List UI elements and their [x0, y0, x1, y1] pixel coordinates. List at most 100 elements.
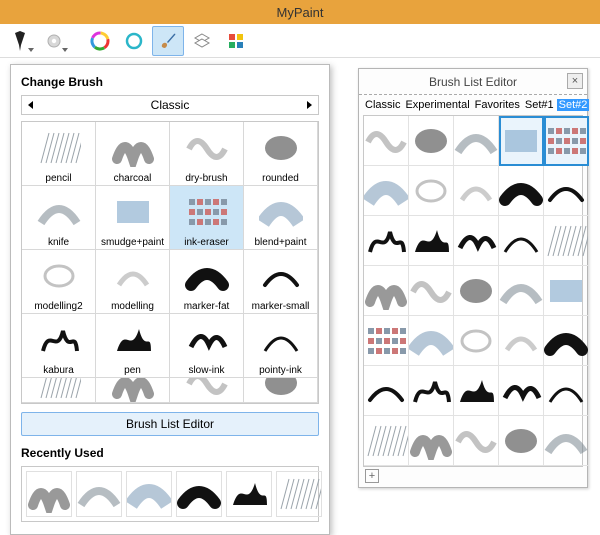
editor-brush-cell[interactable] [454, 116, 499, 166]
brush-cell[interactable]: kabura [22, 314, 96, 378]
brush-cell[interactable]: modelling2 [22, 250, 96, 314]
brush-cell[interactable]: slow-ink [170, 314, 244, 378]
editor-brush-cell[interactable] [409, 216, 454, 266]
brush-cell[interactable]: smudge+paint [96, 186, 170, 250]
brush-cell[interactable]: knife [22, 186, 96, 250]
color-wheel-button[interactable] [84, 26, 116, 56]
editor-tab[interactable]: Set#1 [523, 99, 556, 111]
brush-tool-button[interactable] [4, 26, 36, 56]
editor-brush-cell[interactable] [364, 216, 409, 266]
brush-cell[interactable]: marker-small [244, 250, 318, 314]
editor-brush-cell[interactable] [364, 416, 409, 466]
main-toolbar [0, 24, 600, 58]
editor-brush-cell[interactable] [544, 266, 589, 316]
recent-brush[interactable] [76, 471, 122, 517]
brush-panel-icon [158, 31, 178, 51]
editor-brush-cell[interactable] [499, 366, 544, 416]
recent-brush[interactable] [126, 471, 172, 517]
editor-brush-cell[interactable] [364, 316, 409, 366]
editor-brush-cell[interactable] [454, 216, 499, 266]
editor-brush-cell[interactable] [544, 116, 589, 166]
editor-brush-cell[interactable] [499, 266, 544, 316]
brush-cell[interactable]: marker-fat [170, 250, 244, 314]
editor-brush-cell[interactable] [454, 316, 499, 366]
recent-brush[interactable] [26, 471, 72, 517]
color-ring-button[interactable] [118, 26, 150, 56]
editor-brush-cell[interactable] [499, 216, 544, 266]
editor-brush-cell[interactable] [499, 416, 544, 466]
editor-brush-cell[interactable] [454, 266, 499, 316]
editor-tab[interactable]: Set#2 [557, 99, 590, 111]
brush-cell[interactable]: modelling [96, 250, 170, 314]
editor-brush-cell[interactable] [364, 266, 409, 316]
brush-cell[interactable]: pencil [22, 122, 96, 186]
editor-brush-cell[interactable] [499, 116, 544, 166]
editor-tabbar: ClassicExperimentalFavoritesSet#1Set#2 [359, 95, 587, 113]
color-ring-icon [124, 31, 144, 51]
editor-brush-cell[interactable] [364, 366, 409, 416]
editor-brush-cell[interactable] [544, 416, 589, 466]
recent-brush[interactable] [276, 471, 322, 517]
editor-brush-cell[interactable] [409, 266, 454, 316]
layers-button[interactable] [186, 26, 218, 56]
editor-brush-cell[interactable] [454, 166, 499, 216]
recently-used-title: Recently Used [21, 446, 319, 460]
editor-tab[interactable]: Classic [363, 99, 402, 111]
brush-label: dry-brush [170, 173, 243, 185]
close-button[interactable]: × [567, 73, 583, 89]
editor-brush-cell[interactable] [544, 316, 589, 366]
brush-cell[interactable] [96, 378, 170, 403]
editor-brush-cell[interactable] [409, 366, 454, 416]
recent-brush[interactable] [176, 471, 222, 517]
editor-tab[interactable]: Experimental [403, 99, 471, 111]
editor-brush-cell[interactable] [454, 416, 499, 466]
brush-grid: pencilcharcoaldry-brushrounded knifesmudg… [21, 121, 319, 404]
brush-label: slow-ink [170, 365, 243, 377]
editor-title: Brush List Editor [429, 75, 517, 89]
brush-list-editor-button[interactable]: Brush List Editor [21, 412, 319, 436]
editor-brush-cell[interactable] [364, 166, 409, 216]
brush-cell[interactable]: charcoal [96, 122, 170, 186]
editor-brush-cell[interactable] [499, 166, 544, 216]
close-icon: × [572, 75, 578, 87]
editor-tab[interactable]: Favorites [473, 99, 522, 111]
brush-label: pen [96, 365, 169, 377]
brush-label: marker-fat [170, 301, 243, 313]
palette-button[interactable] [220, 26, 252, 56]
editor-brush-cell[interactable] [499, 316, 544, 366]
editor-brush-cell[interactable] [409, 116, 454, 166]
brush-label: marker-small [244, 301, 317, 313]
editor-header[interactable]: Brush List Editor × [359, 69, 587, 95]
editor-brush-cell[interactable] [454, 366, 499, 416]
editor-brush-cell[interactable] [544, 366, 589, 416]
brush-cell[interactable] [170, 378, 244, 403]
brush-cell[interactable]: blend+paint [244, 186, 318, 250]
editor-brush-cell[interactable] [409, 166, 454, 216]
add-group-button[interactable]: + [365, 469, 379, 483]
brush-cell[interactable]: rounded [244, 122, 318, 186]
settings-button[interactable] [38, 26, 70, 56]
recent-brush[interactable] [226, 471, 272, 517]
editor-brush-cell[interactable] [544, 216, 589, 266]
brush-group-selector[interactable]: Classic [21, 95, 319, 115]
editor-brush-cell[interactable] [409, 316, 454, 366]
editor-brush-cell[interactable] [364, 116, 409, 166]
brush-panel-button[interactable] [152, 26, 184, 56]
brush-cell[interactable]: pen [96, 314, 170, 378]
brush-label: pointy-ink [244, 365, 317, 377]
brush-label: knife [22, 237, 95, 249]
brush-cell[interactable] [244, 378, 318, 403]
editor-brush-cell[interactable] [409, 416, 454, 466]
chevron-left-icon[interactable] [28, 101, 33, 109]
editor-brush-cell[interactable] [544, 166, 589, 216]
brush-cell[interactable]: dry-brush [170, 122, 244, 186]
layers-icon [192, 31, 212, 51]
brush-label: kabura [22, 365, 95, 377]
change-brush-panel: Change Brush Classic pencilcharcoaldry-b… [10, 64, 330, 535]
brush-cell[interactable]: ink-eraser [170, 186, 244, 250]
brush-label: modelling2 [22, 301, 95, 313]
brush-cell[interactable]: pointy-ink [244, 314, 318, 378]
chevron-right-icon[interactable] [307, 101, 312, 109]
brush-tool-icon [11, 31, 29, 51]
brush-cell[interactable] [22, 378, 96, 403]
